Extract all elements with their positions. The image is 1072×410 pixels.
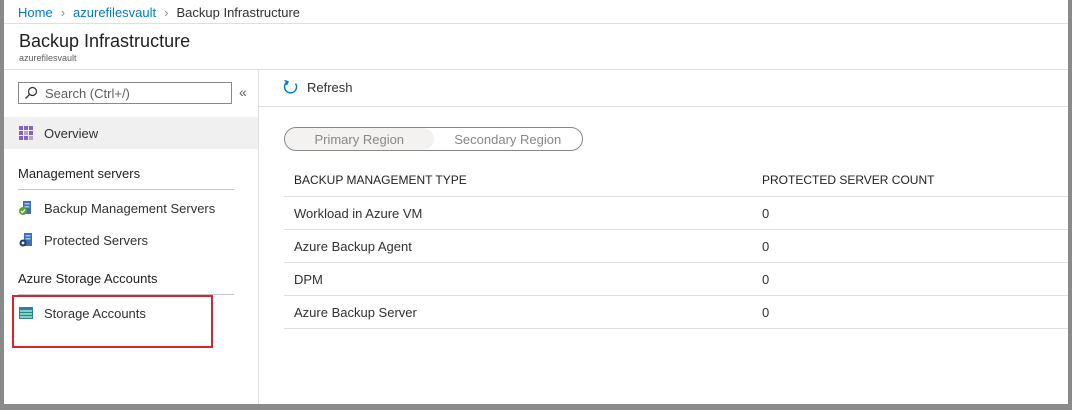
sidebar-item-label: Protected Servers — [44, 232, 149, 248]
sidebar-item-label: Overview — [44, 125, 99, 141]
breadcrumb: Home › azurefilesvault › Backup Infrastr… — [18, 3, 300, 21]
breadcrumb-home-link[interactable]: Home — [18, 5, 53, 20]
section-heading-azure-storage-accounts: Azure Storage Accounts — [18, 271, 158, 286]
region-toggle: Primary Region Secondary Region — [284, 127, 583, 151]
divider — [4, 23, 1068, 24]
table-cell-type: Azure Backup Agent — [294, 238, 412, 254]
page-subtitle: azurefilesvault — [19, 53, 77, 63]
protected-server-icon — [18, 232, 34, 248]
backup-server-icon — [18, 200, 34, 216]
sidebar-item-overview[interactable]: Overview — [4, 117, 258, 149]
sidebar-item-label: Backup Management Servers — [44, 200, 216, 216]
refresh-label: Refresh — [307, 79, 353, 95]
table-cell-type: DPM — [294, 271, 323, 287]
highlight-box — [12, 295, 213, 348]
sidebar-item-protected-servers[interactable]: Protected Servers — [4, 226, 258, 254]
refresh-button[interactable]: Refresh — [283, 79, 353, 95]
table-row[interactable]: Azure Backup Server 0 — [284, 296, 1068, 329]
table-cell-type: Workload in Azure VM — [294, 205, 423, 221]
chevron-right-icon: › — [164, 4, 169, 20]
search-icon — [19, 86, 43, 100]
table-row[interactable]: Workload in Azure VM 0 — [284, 197, 1068, 230]
command-bar: Refresh — [259, 70, 1068, 107]
table-cell-count: 0 — [762, 238, 770, 254]
breadcrumb-vault-link[interactable]: azurefilesvault — [73, 5, 156, 20]
table-header-row: BACKUP MANAGEMENT TYPE PROTECTED SERVER … — [284, 163, 1068, 197]
table-cell-count: 0 — [762, 271, 770, 287]
refresh-icon — [283, 79, 298, 94]
section-heading-management-servers: Management servers — [18, 166, 141, 181]
page-title: Backup Infrastructure — [19, 31, 191, 51]
overview-grid-icon — [18, 125, 34, 141]
primary-region-option[interactable]: Primary Region — [285, 128, 434, 150]
secondary-region-option[interactable]: Secondary Region — [434, 128, 583, 150]
divider — [18, 189, 234, 190]
column-header-backup-management-type[interactable]: BACKUP MANAGEMENT TYPE — [284, 173, 762, 187]
backup-management-table: BACKUP MANAGEMENT TYPE PROTECTED SERVER … — [284, 163, 1068, 329]
table-cell-count: 0 — [762, 304, 770, 320]
search-box — [18, 82, 232, 104]
column-header-protected-server-count[interactable]: PROTECTED SERVER COUNT — [762, 173, 1068, 187]
sidebar-item-backup-management-servers[interactable]: Backup Management Servers — [4, 194, 258, 222]
search-input[interactable] — [43, 84, 227, 102]
chevron-right-icon: › — [60, 4, 66, 20]
table-cell-type: Azure Backup Server — [294, 304, 417, 320]
sidebar: « Overview Management servers — [4, 70, 259, 404]
table-cell-count: 0 — [762, 205, 770, 221]
breadcrumb-current: Backup Infrastructure — [176, 4, 301, 20]
portal-frame: Home › azurefilesvault › Backup Infrastr… — [4, 0, 1068, 404]
table-row[interactable]: Azure Backup Agent 0 — [284, 230, 1068, 263]
collapse-sidebar-icon[interactable]: « — [239, 84, 247, 100]
table-row[interactable]: DPM 0 — [284, 263, 1068, 296]
